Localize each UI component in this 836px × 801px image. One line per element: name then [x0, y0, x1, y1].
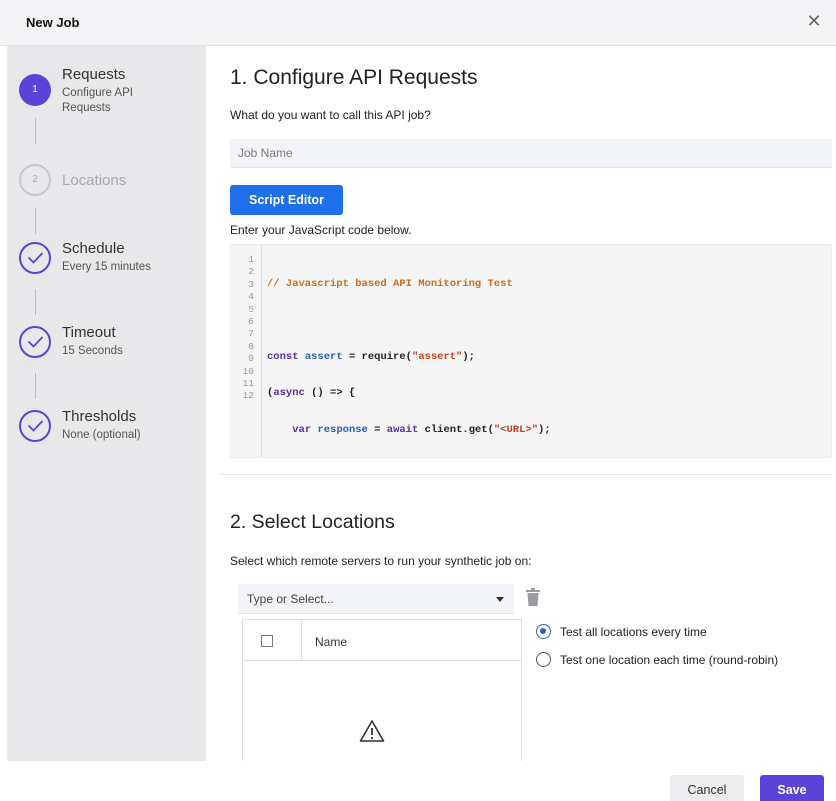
step-subtitle: None (optional) [62, 429, 141, 441]
line-number: 1 [248, 254, 254, 265]
dialog-title: New Job [26, 15, 80, 30]
script-editor-button[interactable]: Script Editor [230, 185, 343, 215]
step-number-badge: 1 [19, 74, 51, 106]
code-intro-text: Enter your JavaScript code below. [230, 223, 412, 237]
column-header-name[interactable]: Name [315, 635, 347, 649]
check-icon [19, 326, 51, 358]
step-title: Locations [62, 172, 127, 189]
dialog-header: New Job ✕ [0, 0, 836, 46]
code-line: (async () => { [267, 387, 356, 400]
step-connector [35, 373, 36, 399]
locations-select[interactable]: Type or Select... [238, 584, 514, 614]
line-number: 8 [248, 340, 254, 352]
select-all-cell [243, 620, 302, 661]
line-number-gutter: 1 2 3 4 5 6 7 8 9 10 11 12 [231, 245, 262, 457]
caret-down-icon [496, 597, 504, 602]
section-divider [220, 474, 832, 475]
radio-test-one[interactable]: Test one location each time (round-robin… [536, 652, 826, 670]
step-number-badge: 2 [19, 164, 51, 196]
step-title: Schedule [62, 240, 125, 257]
code-line: // Javascript based API Monitoring Test [267, 278, 513, 290]
radio-label: Test all locations every time [560, 625, 707, 639]
line-number: 7 [248, 328, 254, 340]
steps-sidebar: 1 Requests Configure API Requests 2 Loca… [7, 46, 206, 761]
locations-question: Select which remote servers to run your … [230, 554, 532, 568]
step-title: Timeout [62, 324, 116, 341]
check-icon [19, 410, 51, 442]
close-icon[interactable]: ✕ [804, 11, 824, 31]
code-editor[interactable]: 1 2 3 4 5 6 7 8 9 10 11 12 // Javascript based API … [230, 244, 832, 458]
radio-test-all[interactable]: Test all locations every time [536, 624, 826, 642]
line-number: 12 [242, 390, 254, 402]
step-subtitle-line1: Configure API [62, 87, 133, 99]
line-number: 5 [248, 303, 254, 315]
section-heading-configure: 1. Configure API Requests [230, 66, 478, 89]
radio-label: Test one location each time (round-robin… [560, 653, 779, 667]
step-subtitle: 15 Seconds [62, 345, 123, 357]
radio-button[interactable] [536, 652, 551, 667]
line-number: 3 [248, 278, 254, 290]
line-number: 4 [248, 291, 254, 303]
line-number: 9 [248, 353, 254, 365]
locations-select-placeholder: Type or Select... [247, 592, 334, 606]
step-title: Requests [62, 66, 126, 83]
check-icon [19, 242, 51, 274]
step-subtitle: Every 15 minutes [62, 261, 151, 273]
line-number: 2 [248, 266, 254, 278]
line-number: 11 [242, 377, 254, 389]
step-connector [35, 118, 36, 144]
select-all-checkbox[interactable] [261, 635, 273, 647]
trash-icon[interactable] [526, 588, 540, 611]
warning-icon [359, 719, 385, 748]
section-heading-locations: 2. Select Locations [230, 511, 395, 533]
job-name-question: What do you want to call this API job? [230, 108, 431, 122]
step-title: Thresholds [62, 408, 137, 425]
table-header: Name [243, 620, 521, 661]
locations-table: Name [242, 619, 522, 761]
step-connector [35, 208, 36, 234]
dialog-footer: Cancel Save [0, 761, 836, 801]
step-subtitle-line2: Requests [62, 102, 111, 114]
step-connector [35, 289, 36, 315]
cancel-button[interactable]: Cancel [670, 775, 744, 801]
save-button[interactable]: Save [760, 775, 824, 801]
code-content[interactable]: // Javascript based API Monitoring Test … [267, 254, 626, 457]
job-name-input[interactable] [230, 139, 832, 168]
code-line: var response = await client.get("<URL>")… [292, 423, 551, 436]
line-number: 10 [242, 365, 254, 377]
line-number: 6 [248, 315, 254, 327]
code-line: const assert = require("assert"); [267, 350, 475, 363]
main-content: 1. Configure API Requests What do you wa… [206, 46, 836, 761]
radio-button-selected[interactable] [536, 624, 551, 639]
